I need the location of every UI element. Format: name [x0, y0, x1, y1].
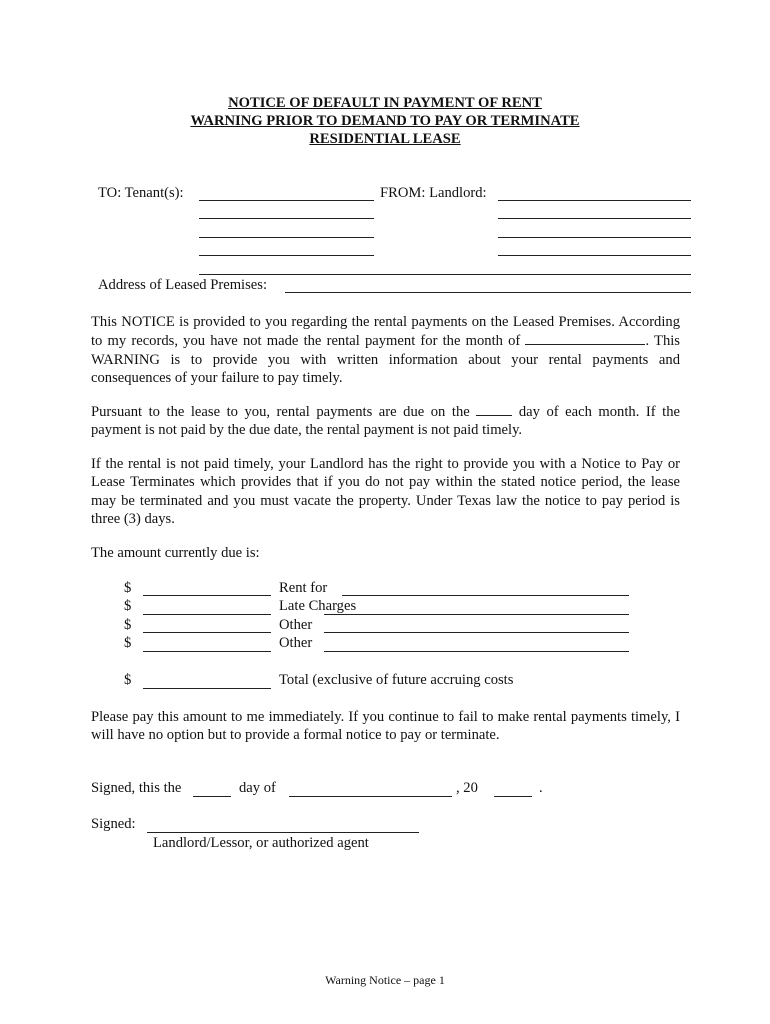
total-label: Total (exclusive of future accruing cost…	[279, 672, 514, 688]
pursuant-paragraph: Pursuant to the lease to you, rental pay…	[91, 402, 680, 440]
month-field[interactable]	[525, 331, 646, 346]
address-field-1[interactable]	[199, 274, 691, 275]
period: .	[539, 780, 543, 796]
from-landlord-label: FROM: Landlord:	[380, 185, 487, 201]
late-charges-field[interactable]	[324, 614, 629, 615]
other-amount-field-1[interactable]	[143, 632, 271, 633]
total-amount-field[interactable]	[143, 688, 271, 689]
page-footer: Warning Notice – page 1	[325, 973, 445, 987]
rent-for-field[interactable]	[342, 595, 629, 596]
dollar-sign: $	[124, 617, 132, 633]
title-line-2: WARNING PRIOR TO DEMAND TO PAY OR TERMIN…	[190, 113, 580, 129]
late-charges-amount-field[interactable]	[143, 614, 271, 615]
sign-day-field[interactable]	[193, 796, 231, 797]
pursuant-text-a: Pursuant to the lease to you, rental pay…	[91, 404, 470, 420]
signed-label: Signed:	[91, 816, 136, 832]
rent-for-label: Rent for	[279, 580, 328, 596]
sign-month-field[interactable]	[289, 796, 452, 797]
title-line-3: RESIDENTIAL LEASE	[309, 131, 461, 147]
dollar-sign: $	[124, 672, 132, 688]
year-prefix-label: , 20	[456, 780, 478, 796]
tenant-field-2[interactable]	[199, 218, 374, 219]
other-field-1[interactable]	[324, 632, 629, 633]
other-amount-field-2[interactable]	[143, 651, 271, 652]
other-field-2[interactable]	[324, 651, 629, 652]
landlord-field-2[interactable]	[498, 218, 691, 219]
dollar-sign: $	[124, 635, 132, 651]
address-field-2[interactable]	[285, 292, 691, 293]
due-day-field[interactable]	[476, 402, 513, 416]
rent-amount-field[interactable]	[143, 595, 271, 596]
signer-caption: Landlord/Lessor, or authorized agent	[153, 835, 369, 851]
other-label-1: Other	[279, 617, 313, 633]
address-label: Address of Leased Premises:	[98, 277, 268, 293]
tenant-field-3[interactable]	[199, 237, 374, 238]
tenant-field-4[interactable]	[199, 255, 374, 256]
to-tenant-label: TO: Tenant(s):	[98, 185, 184, 201]
amount-due-label: The amount currently due is:	[91, 545, 260, 561]
landlord-field-4[interactable]	[498, 255, 691, 256]
sign-year-field[interactable]	[494, 796, 532, 797]
notice-paragraph: This NOTICE is provided to you regarding…	[91, 313, 680, 387]
signed-this-label: Signed, this the	[91, 780, 182, 796]
tenant-field-1[interactable]	[199, 200, 374, 201]
dollar-sign: $	[124, 580, 132, 596]
signature-field[interactable]	[147, 832, 419, 833]
day-of-label: day of	[239, 780, 276, 796]
other-label-2: Other	[279, 635, 313, 651]
dollar-sign: $	[124, 598, 132, 614]
rights-paragraph: If the rental is not paid timely, your L…	[91, 456, 680, 527]
title-line-1: NOTICE OF DEFAULT IN PAYMENT OF RENT	[228, 95, 542, 111]
landlord-field-1[interactable]	[498, 200, 691, 201]
late-charges-label: Late Charges	[279, 598, 357, 614]
please-pay-paragraph: Please pay this amount to me immediately…	[91, 709, 680, 744]
landlord-field-3[interactable]	[498, 237, 691, 238]
